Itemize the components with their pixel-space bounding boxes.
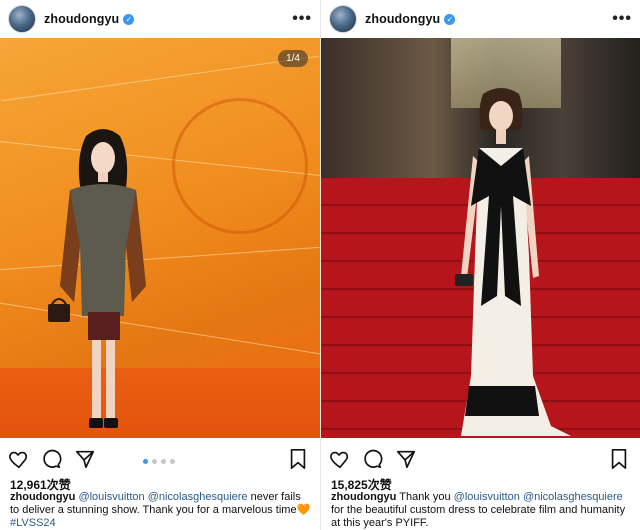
post-actions xyxy=(321,446,640,472)
post-2: zhoudongyu ✓ ••• 15,825次赞 zhoudongyu Tha… xyxy=(320,0,640,530)
backdrop-wrinkle xyxy=(1,55,319,102)
post-caption: zhoudongyu Thank you @louisvuitton @nico… xyxy=(331,491,632,530)
share-icon[interactable] xyxy=(395,448,417,470)
avatar[interactable] xyxy=(329,5,357,33)
mention-nicolasghesquiere[interactable]: @nicolasghesquiere xyxy=(523,491,623,503)
caption-username[interactable]: zhoudongyu xyxy=(10,491,75,503)
woman-figure xyxy=(48,129,146,428)
post-caption: zhoudongyu @louisvuitton @nicolasghesqui… xyxy=(10,491,312,530)
username[interactable]: zhoudongyu xyxy=(44,12,119,26)
heart-icon[interactable] xyxy=(8,448,30,470)
post-1: zhoudongyu ✓ ••• 1/4 12,961次赞 zhoudongyu… xyxy=(0,0,320,530)
carousel-dot xyxy=(152,459,157,464)
post-header: zhoudongyu ✓ ••• xyxy=(321,0,640,38)
post-header: zhoudongyu ✓ ••• xyxy=(0,0,320,38)
mention-louisvuitton[interactable]: @louisvuitton xyxy=(78,491,144,503)
bookmark-icon[interactable] xyxy=(288,448,308,470)
caption-text: for the beautiful custom dress to celebr… xyxy=(331,504,626,529)
more-options-icon[interactable]: ••• xyxy=(612,10,632,28)
mention-louisvuitton[interactable]: @louisvuitton xyxy=(454,491,520,503)
carousel-dots xyxy=(143,459,175,464)
post-image[interactable]: 1/4 xyxy=(0,38,320,438)
woman-figure xyxy=(455,88,571,436)
more-options-icon[interactable]: ••• xyxy=(292,10,312,28)
caption-username[interactable]: zhoudongyu xyxy=(331,491,396,503)
verified-badge-icon: ✓ xyxy=(123,13,135,25)
avatar[interactable] xyxy=(8,5,36,33)
username[interactable]: zhoudongyu xyxy=(365,12,440,26)
mention-nicolasghesquiere[interactable]: @nicolasghesquiere xyxy=(148,491,248,503)
comment-icon[interactable] xyxy=(361,448,383,470)
share-icon[interactable] xyxy=(74,448,96,470)
caption-text-before: Thank you xyxy=(399,491,451,503)
bookmark-icon[interactable] xyxy=(609,448,629,470)
heart-icon[interactable] xyxy=(329,448,351,470)
feed: zhoudongyu ✓ ••• 1/4 12,961次赞 zhoudongyu… xyxy=(0,0,640,530)
post-image[interactable] xyxy=(321,38,640,438)
carousel-dot-active xyxy=(143,459,148,464)
lv-logo-ring xyxy=(172,98,308,234)
hashtag-lvss24[interactable]: #LVSS24 xyxy=(10,517,56,529)
verified-badge-icon: ✓ xyxy=(444,13,456,25)
carousel-dot xyxy=(161,459,166,464)
comment-icon[interactable] xyxy=(40,448,62,470)
carousel-counter: 1/4 xyxy=(278,50,308,67)
post-actions xyxy=(0,446,320,472)
carousel-dot xyxy=(170,459,175,464)
